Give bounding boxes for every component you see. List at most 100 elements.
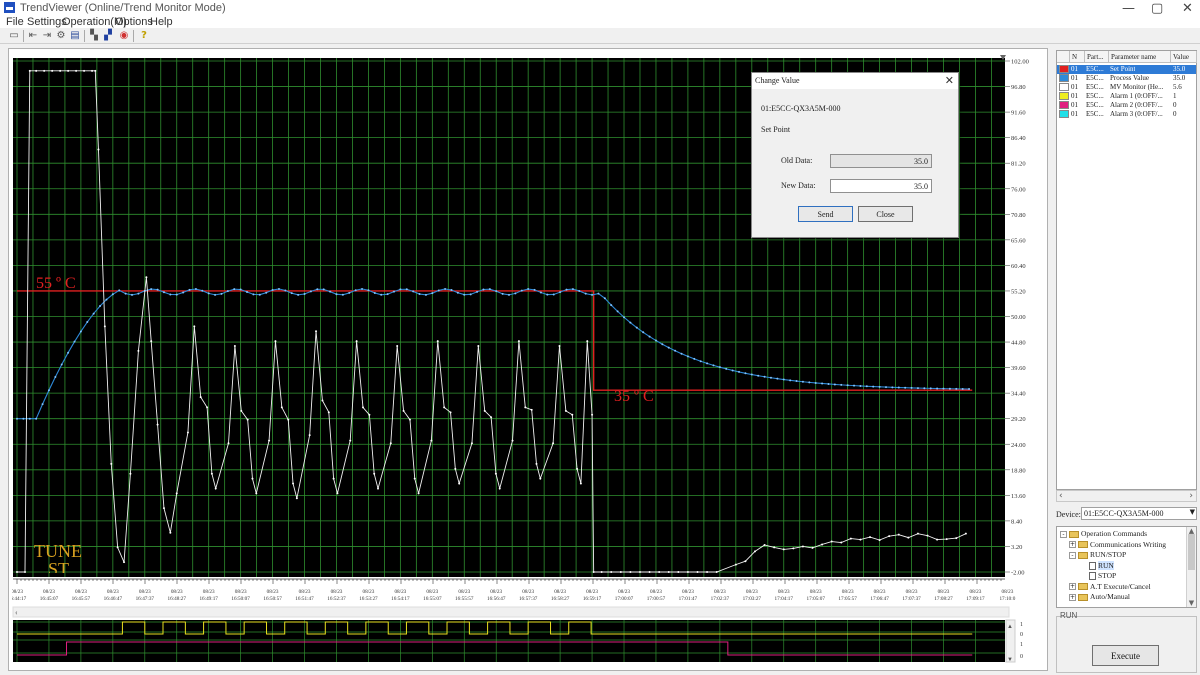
process-value-point <box>79 330 82 333</box>
x-tick-date: 08/23 <box>203 589 215 595</box>
menu-options[interactable]: Options <box>115 16 153 28</box>
expand-icon[interactable]: + <box>1069 593 1076 601</box>
scroll-left-icon[interactable]: ⇤ <box>27 30 39 41</box>
mv-monitor-point <box>274 340 277 343</box>
row-value: 35.0 <box>1173 74 1186 82</box>
device-select[interactable]: 01:E5CC-QX3A5M-000 ▼ <box>1081 507 1197 520</box>
row-part: E5C... <box>1086 83 1104 91</box>
mv-monitor-point <box>524 406 527 409</box>
minimize-button[interactable]: — <box>1122 1 1135 16</box>
tree-node[interactable]: RUN <box>1078 560 1114 571</box>
expand-icon[interactable]: + <box>1069 541 1076 549</box>
process-value-point <box>859 384 862 387</box>
open-icon[interactable]: ▭ <box>8 30 20 41</box>
col-n[interactable]: N <box>1070 51 1085 63</box>
parameter-row[interactable]: 01 E5C... Alarm 3 (0:OFF/... 0 <box>1057 110 1196 119</box>
mv-monitor-point <box>417 492 420 495</box>
mv-monitor-point <box>564 409 567 412</box>
send-button[interactable]: Send <box>798 206 853 222</box>
x-tick-time: 17:00:57 <box>647 596 666 602</box>
process-value-point <box>559 291 562 294</box>
process-value-point <box>124 292 127 295</box>
help-icon[interactable]: ? <box>138 30 150 41</box>
mv-monitor-point <box>169 531 172 534</box>
row-n: 01 <box>1071 65 1078 73</box>
tree-node[interactable]: - RUN/STOP <box>1069 550 1126 560</box>
mv-monitor-point <box>706 571 709 573</box>
parameter-row[interactable]: 01 E5C... Alarm 2 (0:OFF/... 0 <box>1057 101 1196 110</box>
scroll-right-arrow-icon[interactable]: › <box>1189 491 1193 501</box>
table-hscrollbar[interactable]: ‹ › <box>1056 490 1197 502</box>
zoom-in-icon[interactable]: ▚ <box>88 30 100 41</box>
process-value-point <box>239 288 242 291</box>
report-icon[interactable]: ▤ <box>69 30 81 41</box>
tree-vscrollbar[interactable]: ▲ ▼ <box>1186 527 1196 607</box>
process-value-point <box>35 417 38 420</box>
process-value-point <box>188 288 191 291</box>
process-value-point <box>246 290 249 293</box>
y-tick-label: 70.80 <box>1011 212 1026 219</box>
x-tick-time: 16:45:07 <box>40 596 59 602</box>
menu-file[interactable]: File <box>6 16 24 28</box>
parameter-row[interactable]: 01 E5C... Process Value 35.0 <box>1057 74 1196 83</box>
color-icon[interactable]: ◉ <box>118 30 130 41</box>
x-tick-date: 08/23 <box>906 589 918 595</box>
scroll-down-icon[interactable]: ▼ <box>1187 599 1196 607</box>
mv-monitor-point <box>332 477 335 480</box>
close-button[interactable]: Close <box>858 206 913 222</box>
col-parameter-name[interactable]: Parameter name <box>1109 51 1171 63</box>
process-value-point <box>833 383 836 386</box>
process-value-point <box>361 287 364 290</box>
zoom-out-icon[interactable]: ▞ <box>102 30 114 41</box>
tree-node[interactable]: + Communications Writing <box>1069 540 1166 550</box>
mv-monitor-point <box>43 69 46 72</box>
scroll-thumb[interactable] <box>1188 534 1195 570</box>
mv-monitor-point <box>443 406 446 409</box>
process-value-point <box>399 288 402 291</box>
tree-node[interactable]: STOP <box>1078 571 1116 581</box>
mv-monitor-point <box>483 409 486 412</box>
menu-settings[interactable]: Settings <box>27 16 67 28</box>
mv-monitor-point <box>552 442 555 445</box>
mv-monitor-point <box>373 472 376 475</box>
expand-icon[interactable]: + <box>1069 583 1076 591</box>
settings-icon[interactable]: ⚙ <box>55 30 67 41</box>
process-value-point <box>265 291 268 294</box>
y-tick-label: -2.00 <box>1011 570 1025 577</box>
process-value-point <box>795 380 798 383</box>
tree-node[interactable]: + Auto/Manual <box>1069 592 1130 602</box>
process-value-point <box>258 293 261 296</box>
y-tick-label: 3.20 <box>1011 544 1022 551</box>
process-value-point <box>821 382 824 385</box>
mv-monitor-point <box>734 563 737 566</box>
maximize-button[interactable]: ▢ <box>1151 1 1163 16</box>
x-tick-date: 08/23 <box>235 589 247 595</box>
row-n: 01 <box>1071 83 1078 91</box>
parameter-row[interactable]: 01 E5C... Set Point 35.0 <box>1057 65 1196 74</box>
menu-help[interactable]: Help <box>150 16 173 28</box>
parameter-row[interactable]: 01 E5C... Alarm 1 (0:OFF/... 1 <box>1057 92 1196 101</box>
process-value-point <box>220 292 223 295</box>
scroll-right-icon[interactable]: ⇥ <box>41 30 53 41</box>
mv-monitor-point <box>199 396 202 399</box>
new-data-field[interactable]: 35.0 <box>830 179 932 193</box>
mv-monitor-point <box>696 571 699 573</box>
process-value-point <box>661 343 664 346</box>
x-tick-time: 17:03:27 <box>743 596 762 602</box>
tree-node[interactable]: - Operation Commands <box>1060 529 1147 539</box>
col-part[interactable]: Part... <box>1085 51 1109 63</box>
dialog-close-icon[interactable]: ✕ <box>945 74 954 87</box>
mv-monitor-point <box>811 546 814 549</box>
process-value-point <box>789 379 792 382</box>
scroll-left-arrow-icon[interactable]: ‹ <box>1059 491 1063 501</box>
close-window-button[interactable]: ✕ <box>1182 1 1193 16</box>
title-bar: TrendViewer (Online/Trend Monitor Mode) … <box>0 0 1200 16</box>
process-value-point <box>738 370 741 373</box>
execute-button[interactable]: Execute <box>1092 645 1159 666</box>
parameter-row[interactable]: 01 E5C... MV Monitor (He... 5.6 <box>1057 83 1196 92</box>
col-value[interactable]: Value <box>1171 51 1197 63</box>
collapse-icon[interactable]: - <box>1069 551 1076 559</box>
tree-node[interactable]: + A.T Execute/Cancel <box>1069 582 1151 592</box>
y-tick-label: 91.60 <box>1011 110 1026 117</box>
collapse-icon[interactable]: - <box>1060 530 1067 538</box>
